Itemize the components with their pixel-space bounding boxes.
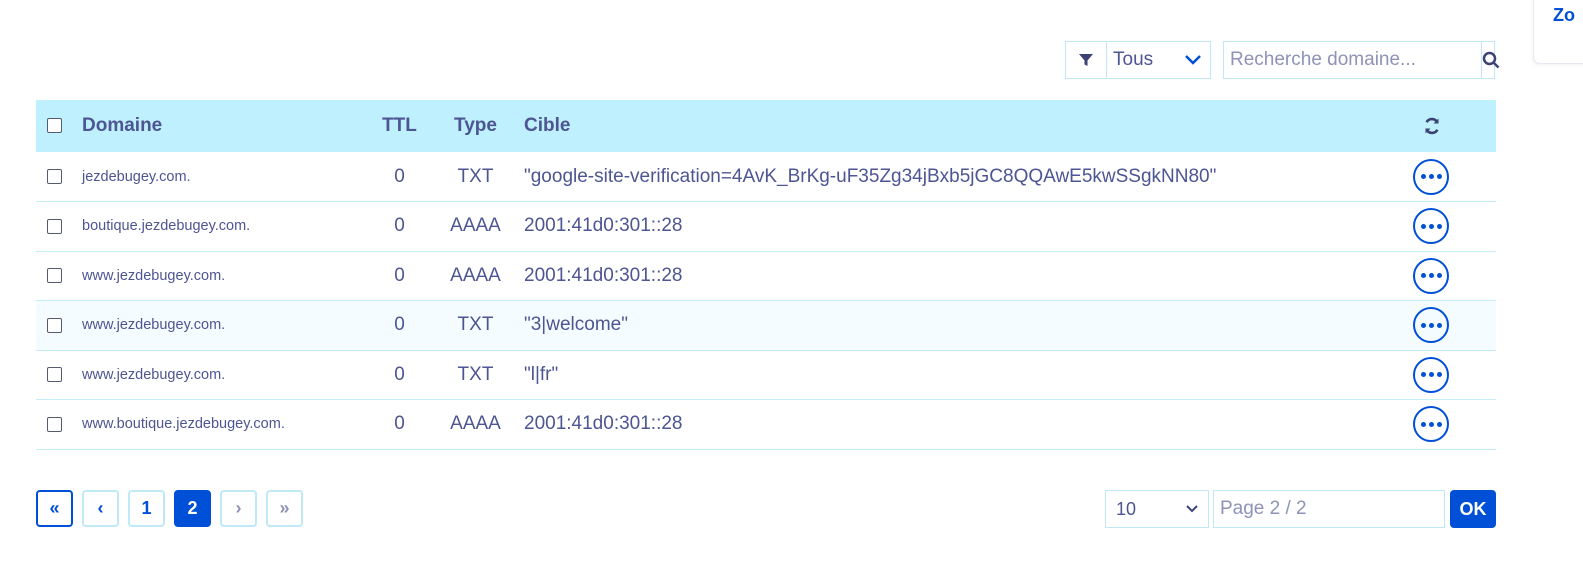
page-number-input[interactable] — [1213, 490, 1445, 528]
pagination: « ‹ 1 2 › » — [36, 490, 303, 527]
filter-icon — [1079, 54, 1093, 66]
type-cell: AAAA — [450, 264, 501, 286]
ttl-cell: 0 — [394, 215, 405, 237]
type-filter-value: Tous — [1113, 49, 1154, 70]
per-page-value: 10 — [1116, 498, 1137, 519]
type-cell: AAAA — [450, 413, 501, 435]
page-button-1[interactable]: 1 — [128, 490, 165, 527]
go-to-page-button[interactable]: OK — [1450, 490, 1496, 528]
ttl-cell: 0 — [394, 264, 405, 286]
target-cell: 2001:41d0:301::28 — [524, 215, 683, 237]
ttl-cell: 0 — [394, 363, 405, 385]
more-horizontal-icon — [1420, 372, 1426, 378]
row-actions-button[interactable] — [1413, 307, 1449, 344]
domain-cell: boutique.jezdebugey.com. — [82, 218, 251, 235]
row-actions-button[interactable] — [1413, 356, 1449, 393]
more-horizontal-icon — [1436, 174, 1442, 179]
page-button-2[interactable]: 2 — [174, 490, 211, 527]
search-icon — [1482, 51, 1500, 69]
filter-button[interactable] — [1066, 42, 1107, 78]
more-horizontal-icon — [1428, 273, 1434, 279]
more-horizontal-icon — [1428, 372, 1434, 378]
side-panel-text[interactable]: Zo — [1553, 5, 1575, 26]
more-horizontal-icon — [1436, 421, 1442, 427]
more-horizontal-icon — [1420, 421, 1426, 427]
table-header-row: Domaine TTL Type Cible — [36, 100, 1496, 152]
target-cell: 2001:41d0:301::28 — [524, 264, 683, 286]
search-input[interactable] — [1224, 42, 1481, 78]
chevron-down-icon — [1185, 55, 1201, 65]
column-header-type[interactable]: Type — [427, 100, 524, 152]
more-horizontal-icon — [1420, 273, 1426, 279]
table-row: www.boutique.jezdebugey.com. 0 AAAA 2001… — [36, 400, 1496, 449]
table-row: boutique.jezdebugey.com. 0 AAAA 2001:41d… — [36, 202, 1496, 251]
search-button[interactable] — [1481, 42, 1500, 78]
more-horizontal-icon — [1436, 223, 1442, 229]
row-actions-button[interactable] — [1413, 208, 1449, 245]
target-cell: "3|welcome" — [524, 314, 628, 336]
chevron-down-icon — [1186, 505, 1198, 513]
more-horizontal-icon — [1428, 322, 1434, 328]
last-page-button[interactable]: » — [266, 490, 303, 527]
row-checkbox[interactable] — [47, 317, 62, 333]
per-page-select[interactable]: 10 — [1105, 490, 1209, 528]
target-cell: "google-site-verification=4AvK_BrKg-uF35… — [524, 165, 1217, 187]
ttl-cell: 0 — [394, 413, 405, 435]
more-horizontal-icon — [1428, 421, 1434, 427]
table-row: www.jezdebugey.com. 0 AAAA 2001:41d0:301… — [36, 251, 1496, 301]
more-horizontal-icon — [1436, 322, 1442, 328]
previous-page-button[interactable]: ‹ — [82, 490, 119, 527]
more-horizontal-icon — [1428, 223, 1434, 229]
type-cell: TXT — [457, 363, 494, 385]
type-cell: TXT — [457, 314, 494, 336]
table-row: jezdebugey.com. 0 TXT "google-site-verif… — [36, 152, 1496, 202]
first-page-button[interactable]: « — [36, 490, 73, 527]
table-row: www.jezdebugey.com. 0 TXT "l|fr" — [36, 350, 1496, 400]
row-checkbox[interactable] — [47, 367, 62, 383]
target-cell: "l|fr" — [524, 363, 559, 385]
row-actions-button[interactable] — [1413, 158, 1449, 195]
more-horizontal-icon — [1420, 322, 1426, 328]
domain-cell: www.jezdebugey.com. — [82, 317, 226, 334]
target-cell: 2001:41d0:301::28 — [524, 413, 683, 435]
type-filter[interactable]: Tous — [1065, 41, 1211, 79]
more-horizontal-icon — [1428, 174, 1434, 179]
row-actions-button[interactable] — [1413, 257, 1449, 294]
domain-cell: jezdebugey.com. — [82, 168, 191, 185]
ttl-cell: 0 — [394, 314, 405, 336]
more-horizontal-icon — [1436, 372, 1442, 378]
domain-cell: www.jezdebugey.com. — [82, 267, 226, 284]
more-horizontal-icon — [1420, 174, 1426, 179]
type-cell: AAAA — [450, 215, 501, 237]
row-checkbox[interactable] — [47, 416, 62, 432]
next-page-button[interactable]: › — [220, 490, 257, 527]
type-cell: TXT — [457, 165, 494, 187]
dns-records-table: Domaine TTL Type Cible jezdebugey.com. 0… — [36, 100, 1496, 450]
more-horizontal-icon — [1420, 223, 1426, 229]
type-filter-select[interactable]: Tous — [1107, 42, 1210, 78]
column-header-ttl[interactable]: TTL — [372, 100, 427, 152]
column-header-domain[interactable]: Domaine — [82, 100, 372, 152]
search-box — [1223, 41, 1500, 79]
more-horizontal-icon — [1436, 273, 1442, 279]
column-header-target[interactable]: Cible — [524, 100, 1402, 152]
row-checkbox[interactable] — [47, 268, 62, 284]
side-panel: Zo — [1533, 0, 1583, 64]
refresh-icon[interactable] — [1422, 116, 1442, 136]
table-row: www.jezdebugey.com. 0 TXT "3|welcome" — [36, 300, 1496, 350]
domain-cell: www.jezdebugey.com. — [82, 366, 226, 383]
domain-cell: www.boutique.jezdebugey.com. — [82, 416, 285, 433]
row-actions-button[interactable] — [1413, 406, 1449, 443]
ttl-cell: 0 — [394, 165, 405, 187]
row-checkbox[interactable] — [47, 168, 62, 184]
select-all-checkbox[interactable] — [47, 118, 62, 134]
row-checkbox[interactable] — [47, 218, 62, 234]
